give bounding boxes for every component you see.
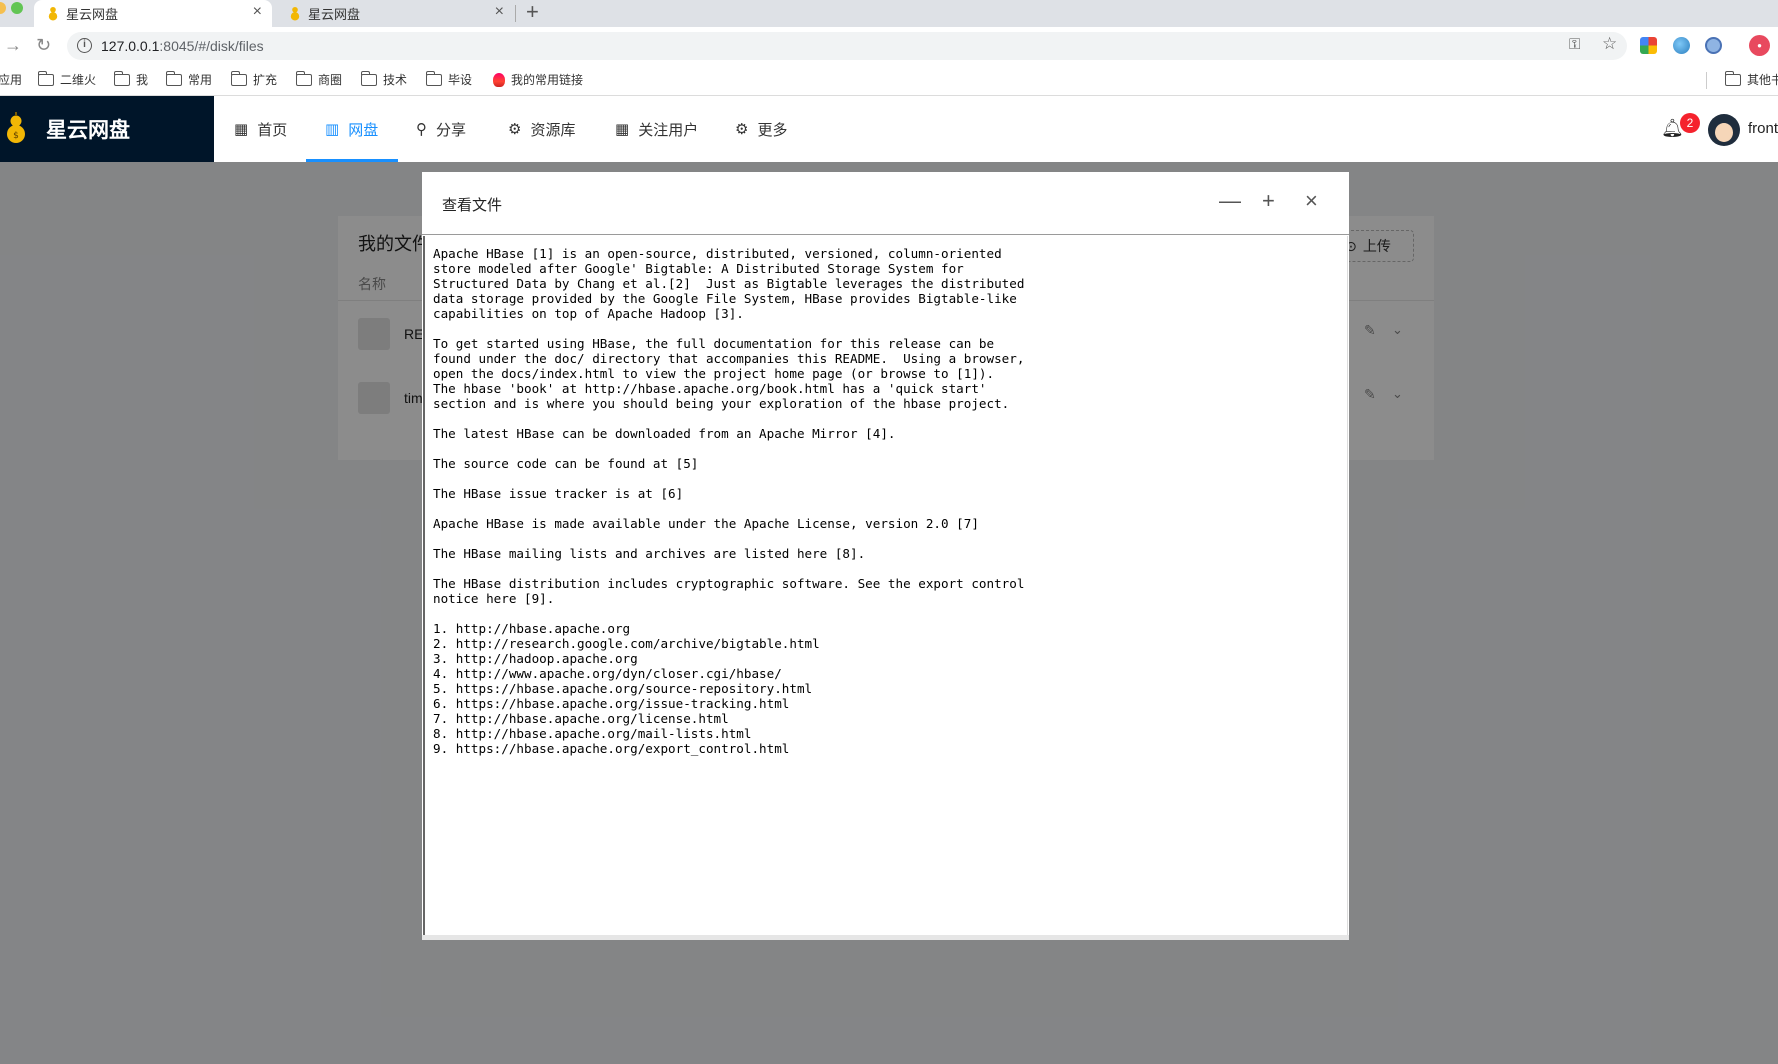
folder-icon	[360, 70, 377, 86]
bookmark-label: 毕设	[448, 73, 473, 87]
bookmarks-bar: 应用 二维火 我 常用 扩充 商圈 技术 毕设 我的常用链接 其他书签	[0, 65, 1778, 96]
flame-icon	[493, 72, 505, 87]
profile-avatar-icon[interactable]: ●	[1749, 35, 1770, 56]
dashboard-icon: ▦	[234, 121, 249, 138]
tab-separator	[515, 5, 516, 22]
url-path: :8045/#/disk/files	[159, 38, 264, 54]
url-host: 127.0.0.1	[101, 38, 160, 54]
menu-label: 更多	[757, 121, 788, 139]
file-content-text: Apache HBase [1] is an open-source, dist…	[433, 246, 1025, 756]
bookmark-label: 其他书签	[1747, 73, 1778, 87]
tab-close-icon[interactable]: ×	[253, 3, 262, 21]
notification-badge: 2	[1680, 113, 1700, 133]
maximize-icon[interactable]: +	[1262, 188, 1275, 214]
bookmark-label: 我的常用链接	[511, 73, 584, 87]
extension-colorful-icon[interactable]	[1640, 37, 1657, 54]
share-icon: ⚲	[416, 121, 427, 138]
menu-more[interactable]: ⚙ 更多	[735, 96, 787, 162]
url-text[interactable]: 127.0.0.1:8045/#/disk/files	[101, 38, 264, 54]
bookmark-folder[interactable]: 二维火	[37, 70, 97, 88]
appstore-icon: ▦	[615, 121, 630, 138]
tab-title: 星云网盘	[308, 7, 361, 22]
window-minimize-dot[interactable]	[0, 2, 6, 14]
folder-icon	[165, 70, 182, 86]
gourd-logo-icon: $	[7, 112, 25, 143]
username[interactable]: front	[1748, 120, 1778, 137]
menu-home[interactable]: ▦ 首页	[234, 96, 287, 162]
bookmark-folder[interactable]: 技术	[360, 70, 408, 88]
bookmark-label: 我	[136, 73, 149, 87]
menu-following[interactable]: ▦ 关注用户	[615, 96, 698, 162]
browser-tab-1[interactable]: 星云网盘 ×	[34, 0, 272, 27]
tab-title: 星云网盘	[66, 7, 119, 22]
folder-icon	[425, 70, 442, 86]
bookmark-label: 常用	[188, 73, 213, 87]
extension-shield-icon[interactable]	[1705, 37, 1722, 54]
address-bar[interactable]: i 127.0.0.1:8045/#/disk/files ⚿ ☆	[67, 32, 1627, 60]
gourd-favicon-icon	[290, 6, 300, 21]
gourd-favicon-icon	[48, 6, 58, 21]
bookmark-label: 应用	[0, 73, 23, 87]
browser-tab-2[interactable]: 星云网盘 ×	[276, 0, 514, 27]
key-icon[interactable]: ⚿	[1569, 36, 1580, 53]
folder-icon	[230, 70, 247, 86]
folder-icon	[295, 70, 312, 86]
forward-icon[interactable]: →	[4, 35, 22, 56]
menu-disk[interactable]: ▥ 网盘	[325, 96, 378, 162]
bookmark-label: 扩充	[253, 73, 278, 87]
menu-label: 关注用户	[638, 121, 699, 139]
minimize-icon[interactable]: —	[1219, 188, 1241, 214]
modal-header: 查看文件 — + ×	[422, 172, 1349, 235]
file-content-area[interactable]: Apache HBase [1] is an open-source, dist…	[423, 236, 1348, 935]
extension-globe-icon[interactable]	[1673, 37, 1690, 54]
bookmark-link[interactable]: 我的常用链接	[493, 71, 583, 88]
menu-label: 首页	[257, 121, 288, 139]
bookmark-apps[interactable]: 应用	[0, 71, 22, 88]
site-info-icon[interactable]: i	[77, 38, 92, 53]
browser-toolbar: → ↻ i 127.0.0.1:8045/#/disk/files ⚿ ☆ ●	[0, 27, 1778, 65]
view-file-modal: 查看文件 — + × Apache HBase [1] is an open-s…	[422, 172, 1349, 940]
logo-area[interactable]: $ 星云网盘	[0, 96, 214, 162]
new-tab-icon[interactable]: +	[526, 1, 539, 23]
window-maximize-dot[interactable]	[11, 2, 23, 14]
menu-resources[interactable]: ⚙ 资源库	[508, 96, 575, 162]
bookmark-other-folder[interactable]: 其他书签	[1724, 70, 1778, 88]
bookmark-folder[interactable]: 我	[113, 70, 149, 88]
gear-icon: ⚙	[735, 121, 749, 138]
bookmark-folder[interactable]: 扩充	[230, 70, 278, 88]
menu-label: 资源库	[530, 121, 576, 139]
folder-icon	[113, 70, 130, 86]
app-header: $ 星云网盘 ▦ 首页 ▥ 网盘 ⚲ 分享 ⚙ 资源库 ▦ 关注用户 ⚙ 更多	[0, 96, 1778, 162]
bookmark-folder[interactable]: 常用	[165, 70, 213, 88]
bookmark-label: 商圈	[318, 73, 343, 87]
reload-icon[interactable]: ↻	[36, 35, 51, 56]
gear-icon: ⚙	[508, 121, 522, 138]
menu-share[interactable]: ⚲ 分享	[416, 96, 466, 162]
close-icon[interactable]: ×	[1305, 188, 1318, 214]
bookmark-folder[interactable]: 商圈	[295, 70, 343, 88]
bookmark-label: 技术	[383, 73, 408, 87]
avatar[interactable]	[1708, 114, 1740, 146]
menu-label: 分享	[436, 121, 467, 139]
tab-close-icon[interactable]: ×	[495, 3, 504, 21]
folder-icon	[1724, 70, 1741, 86]
bookmark-separator	[1706, 72, 1707, 89]
svg-text:$: $	[13, 131, 19, 141]
modal-title: 查看文件	[442, 197, 503, 214]
bookmark-star-icon[interactable]: ☆	[1602, 34, 1617, 54]
app-title: 星云网盘	[46, 119, 130, 142]
menu-label: 网盘	[348, 121, 379, 139]
bookmark-label: 二维火	[60, 73, 97, 87]
folder-icon	[37, 70, 54, 86]
project-icon: ▥	[325, 121, 340, 138]
bookmark-folder[interactable]: 毕设	[425, 70, 473, 88]
browser-tab-bar: 星云网盘 × 星云网盘 × +	[0, 0, 1778, 27]
